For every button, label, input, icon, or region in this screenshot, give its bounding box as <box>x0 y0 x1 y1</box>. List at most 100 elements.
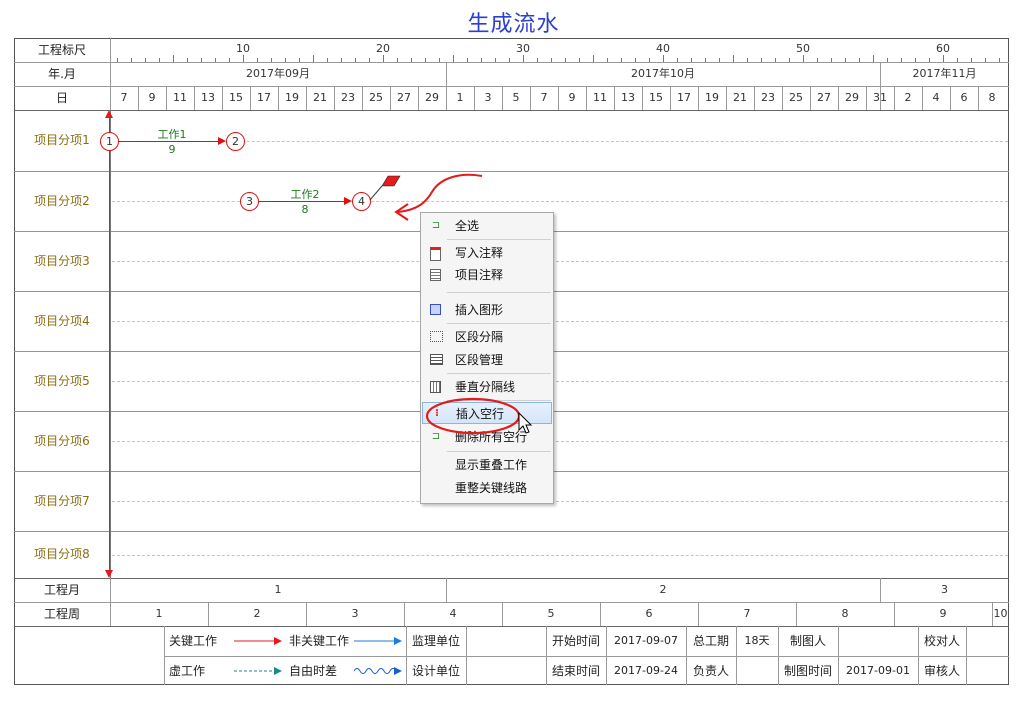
dummy-arrow-icon <box>234 667 282 675</box>
arrow-right-icon <box>218 137 226 145</box>
day-cell: 1 <box>456 91 464 104</box>
reviewer-label: 审核人 <box>923 664 960 678</box>
menu-item-label: 垂直分隔线 <box>455 380 516 394</box>
day-cell: 17 <box>257 91 271 104</box>
total-duration-label: 总工期 <box>692 634 729 648</box>
context-menu: ⊐ 全选 写入注释 项目注释 插入图形 区段分隔 区段管理 垂直分隔线 ⁝ 插入… <box>420 212 554 504</box>
legend-free-float-label: 自由时差 <box>289 664 338 678</box>
row-label: 项目分项7 <box>34 494 90 508</box>
month-cell: 2017年10月 <box>631 67 695 80</box>
day-cell: 27 <box>817 91 831 104</box>
day-cell: 25 <box>369 91 383 104</box>
supervisor-label: 监理单位 <box>411 634 460 648</box>
menu-item-project-note[interactable]: 项目注释 <box>422 264 552 286</box>
axis-arrow-up-icon <box>105 110 113 118</box>
draft-time-value: 2017-09-01 <box>846 664 910 677</box>
activity-duration: 8 <box>301 203 309 216</box>
day-cell: 25 <box>789 91 803 104</box>
project-week-label: 工程周 <box>43 607 80 621</box>
start-time-label: 开始时间 <box>551 634 600 648</box>
day-cell: 19 <box>285 91 299 104</box>
row-label: 项目分项5 <box>34 374 90 388</box>
project-week-cell: 10 <box>993 607 1008 620</box>
day-cell: 9 <box>568 91 576 104</box>
project-week-cell: 3 <box>351 607 359 620</box>
day-cell: 6 <box>960 91 968 104</box>
row-label: 项目分项6 <box>34 434 90 448</box>
project-week-cell: 4 <box>449 607 457 620</box>
menu-item-vertical-divider[interactable]: 垂直分隔线 <box>422 376 552 398</box>
day-cell: 7 <box>120 91 128 104</box>
day-cell: 21 <box>733 91 747 104</box>
day-cell: 31 <box>873 91 887 104</box>
project-week-cell: 1 <box>155 607 163 620</box>
month-cell: 2017年09月 <box>246 67 310 80</box>
day-cell: 19 <box>705 91 719 104</box>
activity-node-2[interactable]: 2 <box>226 132 245 151</box>
project-month-cell: 3 <box>941 583 948 596</box>
month-cell: 2017年11月 <box>912 67 977 80</box>
menu-item-label: 区段分隔 <box>455 330 504 344</box>
activity-node-1[interactable]: 1 <box>100 132 119 151</box>
day-cell: 17 <box>677 91 691 104</box>
project-month-cell: 1 <box>274 583 282 596</box>
day-cell: 23 <box>341 91 355 104</box>
activity-name[interactable]: 工作2 <box>275 186 335 202</box>
scale-tick-label: 60 <box>936 42 950 55</box>
day-cell: 29 <box>845 91 859 104</box>
row-label: 项目分项2 <box>34 194 90 208</box>
day-cell: 3 <box>484 91 492 104</box>
day-cell: 29 <box>425 91 439 104</box>
checker-label: 校对人 <box>923 634 960 648</box>
menu-item-select-all[interactable]: ⊐ 全选 <box>422 215 552 237</box>
menu-item-label: 重整关键线路 <box>455 481 528 495</box>
vertical-divider-icon <box>430 381 441 393</box>
menu-item-section-manage[interactable]: 区段管理 <box>422 349 552 371</box>
month-label: 年.月 <box>48 67 76 81</box>
activity-node-3[interactable]: 3 <box>240 192 259 211</box>
scale-tick-label: 20 <box>376 42 390 55</box>
scale-tick-label: 40 <box>656 42 670 55</box>
day-cell: 13 <box>201 91 215 104</box>
mouse-cursor-icon <box>518 412 533 434</box>
day-cell: 11 <box>593 91 607 104</box>
menu-item-label: 项目注释 <box>455 268 504 282</box>
menu-item-write-note[interactable]: 写入注释 <box>422 242 552 264</box>
menu-item-insert-shape[interactable]: 插入图形 <box>422 299 552 321</box>
end-time-label: 结束时间 <box>551 664 600 678</box>
menu-item-label: 全选 <box>455 219 480 233</box>
end-time-value: 2017-09-24 <box>614 664 678 677</box>
draft-time-label: 制图时间 <box>783 664 832 678</box>
responsible-label: 负责人 <box>692 664 729 678</box>
critical-arrow-icon <box>234 637 282 645</box>
day-cell: 4 <box>932 91 940 104</box>
design-label: 设计单位 <box>411 664 460 678</box>
project-month-label: 工程月 <box>43 583 80 597</box>
menu-item-show-overlap[interactable]: 显示重叠工作 <box>422 454 552 476</box>
legend-dummy-label: 虚工作 <box>169 664 206 678</box>
activity-duration: 9 <box>168 143 176 156</box>
day-cell: 5 <box>512 91 520 104</box>
row-label: 项目分项1 <box>34 133 90 147</box>
legend-critical-label: 关键工作 <box>169 634 218 648</box>
day-cell: 2 <box>904 91 912 104</box>
scale-tick-label: 50 <box>796 42 810 55</box>
menu-item-label: 写入注释 <box>455 246 504 260</box>
menu-item-section-divide[interactable]: 区段分隔 <box>422 326 552 348</box>
day-cell: 23 <box>761 91 775 104</box>
project-week-cell: 2 <box>253 607 261 620</box>
project-week-cell: 9 <box>939 607 947 620</box>
project-week-cell: 5 <box>547 607 555 620</box>
scale-tick-label: 30 <box>516 42 530 55</box>
menu-item-reorganize-critical-path[interactable]: 重整关键线路 <box>422 477 552 499</box>
scale-tick-label: 10 <box>236 42 250 55</box>
menu-item-label: 显示重叠工作 <box>455 458 528 472</box>
day-cell: 7 <box>540 91 548 104</box>
write-note-icon <box>430 247 441 261</box>
axis-arrow-down-icon <box>105 570 113 578</box>
start-time-value: 2017-09-07 <box>614 634 678 647</box>
row-label: 项目分项8 <box>34 547 90 561</box>
activity-name[interactable]: 工作1 <box>142 126 202 142</box>
day-cell: 13 <box>621 91 635 104</box>
day-cell: 15 <box>649 91 663 104</box>
